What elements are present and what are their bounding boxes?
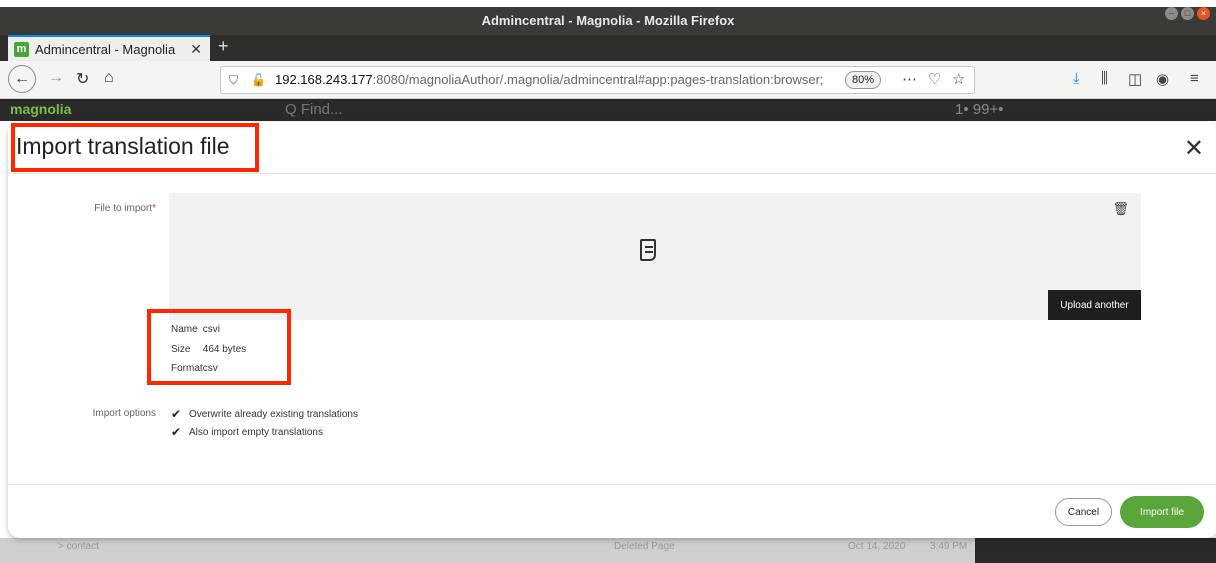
import-options-label: Import options	[92, 408, 156, 419]
tab-label: Admincentral - Magnolia	[35, 41, 176, 57]
pocket-icon[interactable]: ♡	[928, 70, 941, 88]
file-to-import-label: File to import*	[94, 203, 156, 214]
window-controls: – □ ×	[1165, 7, 1210, 20]
zoom-badge[interactable]: 80%	[845, 71, 882, 89]
page-actions-icon[interactable]: ⋯	[902, 70, 917, 88]
top-strip	[0, 0, 1216, 7]
tab-close-icon[interactable]: ✕	[190, 41, 202, 58]
title-highlight-box	[11, 123, 259, 172]
tab-admincentral[interactable]: m Admincentral - Magnolia ✕	[8, 35, 210, 61]
upload-another-button[interactable]: Upload another	[1048, 290, 1141, 320]
app-header	[0, 99, 1216, 121]
close-window-icon[interactable]: ×	[1197, 7, 1210, 20]
trash-icon[interactable]: 🗑	[1112, 201, 1129, 217]
magnolia-favicon-icon: m	[14, 41, 29, 57]
header-divider	[8, 173, 1216, 174]
new-tab-icon[interactable]: +	[218, 36, 229, 57]
url-path: :8080/magnoliaAuthor/.magnolia/admincent…	[372, 72, 824, 87]
option-overwrite[interactable]: ✔ Overwrite already existing translations	[171, 407, 358, 421]
window-title: Admincentral - Magnolia - Mozilla Firefo…	[0, 7, 1216, 35]
navigation-toolbar: ← → ↻ ⌂ ⛉ 🔓 192.168.243.177:8080/magnoli…	[0, 61, 1216, 99]
insecure-lock-icon[interactable]: 🔓	[251, 67, 266, 93]
forward-icon[interactable]: →	[48, 69, 64, 87]
option-empty-translations[interactable]: ✔ Also import empty translations	[171, 425, 323, 439]
app-notifications[interactable]: 1• 99+•	[955, 101, 1003, 118]
file-info-highlight-box	[147, 309, 291, 385]
bookmark-star-icon[interactable]: ☆	[952, 70, 965, 88]
minimize-icon[interactable]: –	[1165, 7, 1178, 20]
maximize-icon[interactable]: □	[1181, 7, 1194, 20]
url-host: 192.168.243.177	[275, 72, 373, 87]
row-title: > contact	[58, 541, 99, 552]
close-icon[interactable]: ✕	[1184, 134, 1204, 163]
checkmark-icon[interactable]: ✔	[171, 407, 189, 421]
app-search[interactable]: Q Find...	[285, 101, 343, 118]
library-icon[interactable]: ⫼	[1101, 70, 1108, 87]
sidebar-icon[interactable]: ◫	[1128, 70, 1142, 88]
downloads-icon[interactable]: ⤓	[1073, 70, 1080, 87]
cancel-button[interactable]: Cancel	[1055, 498, 1112, 526]
import-file-button[interactable]: Import file	[1120, 496, 1204, 528]
home-icon[interactable]: ⌂	[104, 69, 114, 87]
checkmark-icon[interactable]: ✔	[171, 425, 189, 439]
menu-icon[interactable]: ≡	[1190, 70, 1199, 87]
app-side-panel	[975, 538, 1216, 563]
reload-icon[interactable]: ↻	[76, 69, 89, 89]
required-mark: *	[152, 203, 156, 214]
document-icon	[640, 239, 656, 261]
row-date: Oct 14, 2020	[848, 541, 906, 552]
magnolia-logo: magnolia	[10, 101, 72, 117]
row-time: 3:49 PM	[930, 541, 968, 552]
account-icon[interactable]: ◉	[1156, 70, 1169, 88]
back-icon[interactable]: ←	[8, 65, 36, 93]
footer-divider	[8, 484, 1216, 485]
shield-icon[interactable]: ⛉	[229, 67, 238, 93]
url-bar[interactable]: ⛉ 🔓 192.168.243.177:8080/magnoliaAuthor/…	[220, 66, 975, 94]
tab-strip: m Admincentral - Magnolia ✕ +	[0, 35, 1216, 61]
row-status: Deleted Page	[614, 541, 675, 552]
file-dropzone[interactable]: 🗑 Upload another	[169, 193, 1141, 320]
